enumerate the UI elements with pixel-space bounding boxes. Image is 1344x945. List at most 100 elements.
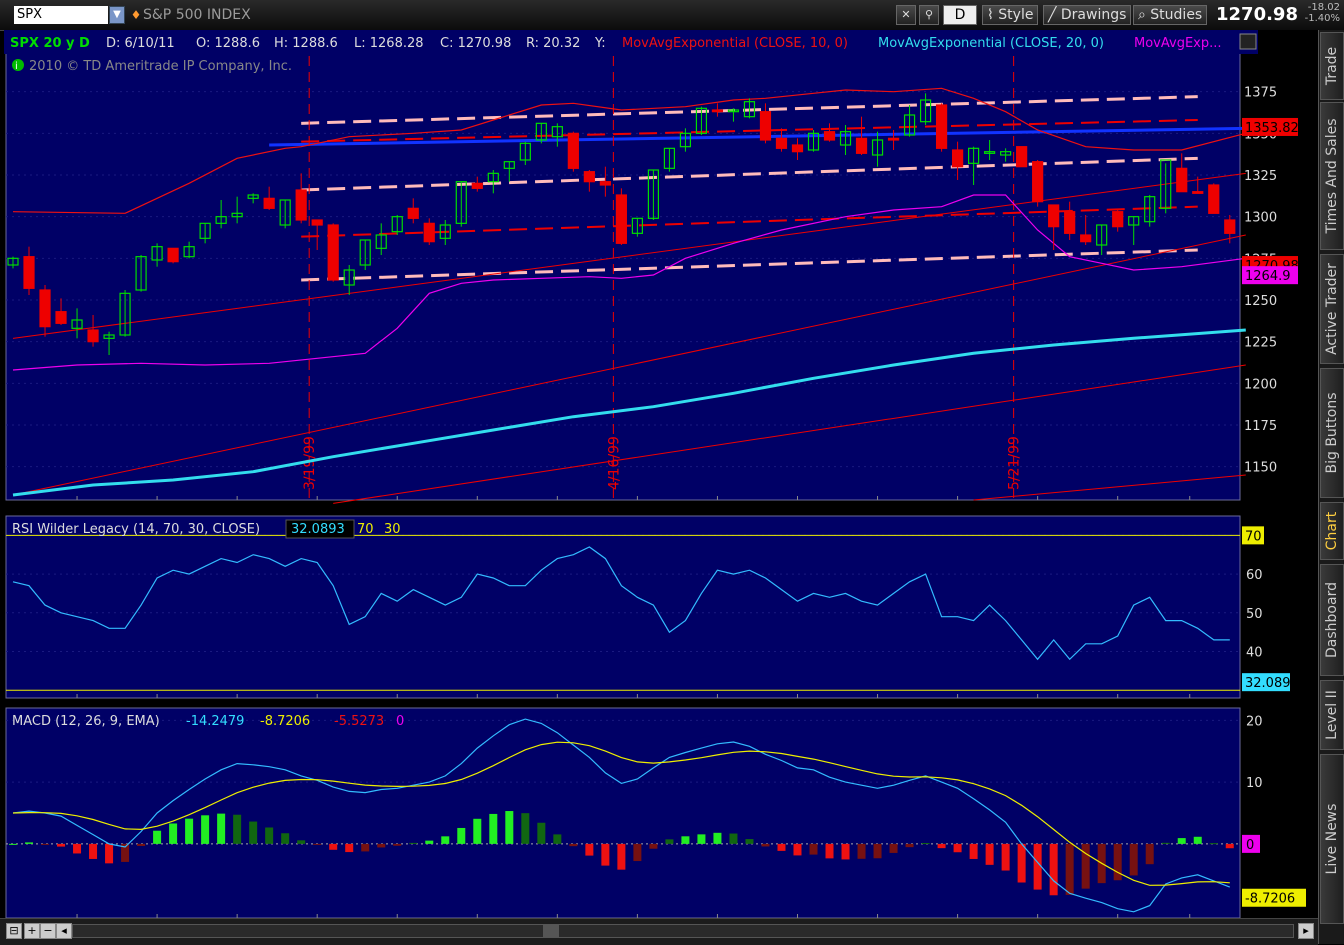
- studies-icon: ⌕: [1138, 7, 1151, 23]
- last-price: 1270.98: [1216, 4, 1298, 25]
- macd-hist-bar: [777, 843, 786, 851]
- side-tab-live-news[interactable]: Live News: [1320, 754, 1344, 924]
- macd-hist-bar: [873, 843, 882, 859]
- info-icon[interactable]: [12, 59, 24, 71]
- scroll-right-icon[interactable]: ▸: [1298, 923, 1314, 939]
- range-readout: R: 20.32: [526, 36, 580, 51]
- macd-hist-bar: [649, 843, 658, 849]
- style-label: Style: [998, 7, 1034, 23]
- candle-body: [39, 289, 51, 328]
- symbol-input[interactable]: SPX: [14, 6, 108, 24]
- macd-hist-bar: [697, 834, 706, 844]
- rsi-tick-label: 60: [1246, 568, 1263, 583]
- studies-label: Studies: [1150, 7, 1203, 23]
- scroll-thumb[interactable]: [543, 925, 559, 937]
- candle-body: [407, 207, 419, 219]
- macd-hist-bar: [937, 843, 946, 849]
- macd-hist-bar: [89, 843, 98, 859]
- zoom-out-icon[interactable]: −: [40, 923, 56, 939]
- macd-tick-label: 20: [1246, 714, 1263, 729]
- info-glyph: i: [15, 61, 18, 72]
- ema-more-label[interactable]: MovAvgExp...: [1134, 36, 1222, 51]
- ema20-label[interactable]: MovAvgExponential (CLOSE, 20, 0): [878, 36, 1104, 51]
- macd-hist-bar: [489, 813, 498, 844]
- macd-hist-bar: [281, 833, 290, 844]
- macd-hist-bar: [617, 843, 626, 870]
- date-readout: D: 6/10/11: [106, 36, 175, 51]
- macd-hist-bar: [233, 814, 242, 844]
- period-button[interactable]: D: [943, 5, 977, 25]
- candle-body: [887, 137, 900, 141]
- symbol-info-icon[interactable]: ♦: [128, 6, 144, 24]
- price-label: 1264.9: [1245, 269, 1291, 284]
- side-tab-active-trader[interactable]: Active Trader: [1320, 254, 1344, 364]
- candle-body: [471, 182, 483, 189]
- side-tab-label: Chart: [1324, 511, 1340, 551]
- macd-hist-bar: [969, 843, 978, 859]
- rsi-panel[interactable]: 40 50 60 70 32.089 RSI Wilder Legacy (14, 70…: [5, 515, 1291, 699]
- high-readout: H: 1288.6: [274, 36, 338, 51]
- macd-hist-bar: [1145, 843, 1154, 865]
- studies-button[interactable]: ⌕ Studies: [1133, 5, 1208, 25]
- rsi-70-label: 70: [1245, 529, 1262, 544]
- macd-hist-bar: [105, 843, 114, 864]
- toolbar: SPX ▼ ♦ S&P 500 INDEX ✕ ⚲ D ⌇ Style ╱ Dr…: [0, 0, 1344, 31]
- candle-body: [615, 194, 627, 244]
- collapse-icon[interactable]: ⊟: [6, 923, 22, 939]
- side-tab-chart[interactable]: Chart: [1320, 502, 1344, 560]
- scroll-left-icon[interactable]: ◂: [56, 923, 72, 939]
- price-tick-label: 1150: [1244, 461, 1277, 476]
- rsi-value-label: 32.089: [1245, 676, 1291, 691]
- side-tab-big-buttons[interactable]: Big Buttons: [1320, 368, 1344, 498]
- macd-tick-label: 10: [1246, 776, 1263, 791]
- macd-hist-bar: [345, 843, 354, 853]
- macd-hist-bar: [393, 843, 402, 846]
- crosshair-icon[interactable]: ✕: [896, 5, 916, 25]
- magnifier-icon[interactable]: ⚲: [919, 5, 939, 25]
- macd-hist-bar: [505, 811, 514, 844]
- chevron-down-icon[interactable]: ▼: [109, 6, 125, 24]
- candle-body: [295, 189, 307, 221]
- rsi-lower-readout: 30: [384, 522, 401, 537]
- chart-settings-icon[interactable]: [1239, 33, 1257, 50]
- candle-body: [583, 171, 595, 183]
- macd-hist-bar: [1161, 842, 1170, 844]
- macd-hist-bar: [137, 843, 146, 846]
- candle-body: [167, 247, 179, 263]
- ema10-label[interactable]: MovAvgExponential (CLOSE, 10, 0): [622, 36, 848, 51]
- chart-area[interactable]: 3/19/99 4/16/99 5/21/99 115011751200122512…: [4, 30, 1318, 944]
- macd-readout: 0: [396, 714, 404, 729]
- open-readout: O: 1288.6: [196, 36, 260, 51]
- side-tab-times-and-sales[interactable]: Times And Sales: [1320, 102, 1344, 250]
- macd-hist-bar: [761, 843, 770, 847]
- macd-hist-bar: [169, 823, 178, 844]
- side-tab-level-ii[interactable]: Level II: [1320, 680, 1344, 750]
- macd-hist-bar: [457, 827, 466, 844]
- macd-hist-bar: [1177, 838, 1186, 844]
- drawings-button[interactable]: ╱ Drawings: [1043, 5, 1132, 25]
- candle-body: [935, 104, 948, 149]
- side-tab-dashboard[interactable]: Dashboard: [1320, 564, 1344, 676]
- candle-body: [1016, 146, 1028, 168]
- candle-body: [951, 149, 964, 168]
- candle-body: [1208, 184, 1220, 214]
- side-tab-label: Big Buttons: [1324, 392, 1340, 474]
- candle-body: [759, 111, 772, 141]
- macd-hist-bar: [361, 843, 370, 852]
- macd-panel[interactable]: 10 20 0 -8.7206 MACD (12, 26, 9, EMA) -14.24…: [5, 707, 1306, 919]
- candle-body: [1080, 234, 1092, 243]
- side-tab-label: Trade: [1324, 46, 1340, 86]
- macd-hist-bar: [809, 843, 818, 855]
- zoom-in-icon[interactable]: +: [24, 923, 40, 939]
- price-panel[interactable]: 3/19/99 4/16/99 5/21/99 115011751200122512…: [4, 30, 1299, 504]
- rsi-tick-label: 40: [1246, 646, 1263, 661]
- macd-hist-bar: [1017, 843, 1026, 883]
- macd-hist-bar: [377, 843, 386, 848]
- style-button[interactable]: ⌇ Style: [982, 5, 1039, 25]
- time-scrollbar[interactable]: [72, 924, 1294, 938]
- drawings-label: Drawings: [1060, 7, 1127, 23]
- price-tick-label: 1325: [1244, 169, 1277, 184]
- side-tab-label: Live News: [1324, 803, 1340, 875]
- macd-hist-bar: [889, 843, 898, 853]
- side-tab-trade[interactable]: Trade: [1320, 32, 1344, 100]
